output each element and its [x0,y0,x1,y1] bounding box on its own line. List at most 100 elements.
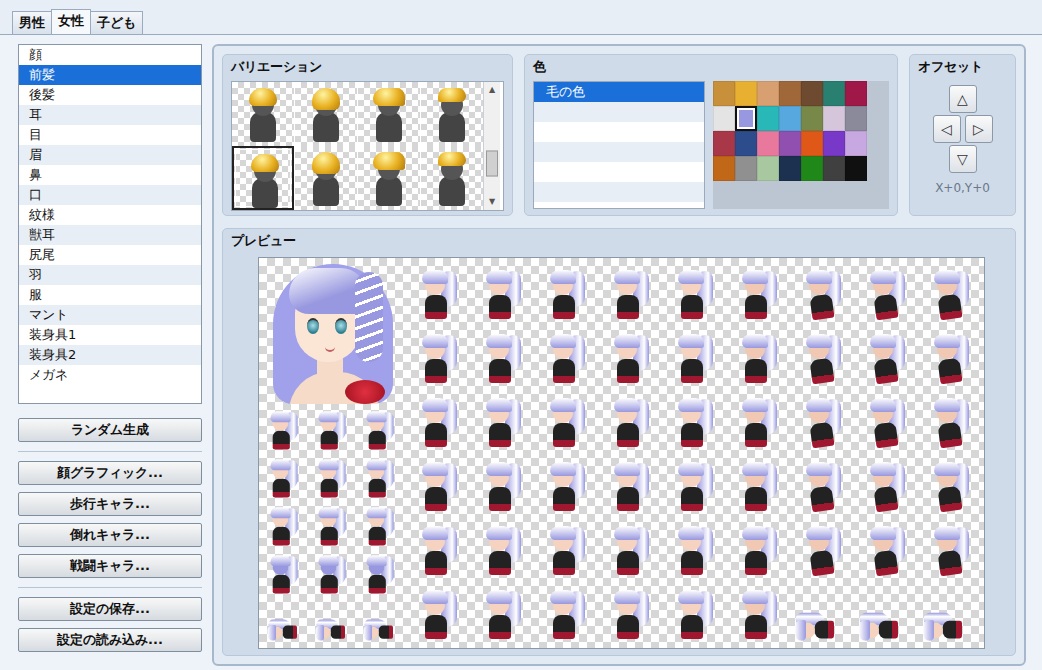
part-item[interactable]: 装身具1 [19,325,201,345]
variation-thumb[interactable] [232,146,294,210]
color-swatch[interactable] [713,106,735,131]
color-group: 色毛の色 [524,54,898,216]
empty-row [534,122,704,142]
color-swatch[interactable] [735,131,757,156]
color-swatch[interactable] [757,131,779,156]
battle-sprite [597,389,661,453]
variation-thumb[interactable] [232,82,294,146]
color-swatch[interactable] [801,81,823,106]
part-item[interactable]: 鼻 [19,165,201,185]
battle-sprite [661,389,725,453]
file-button[interactable]: 設定の保存... [18,597,202,621]
color-swatch[interactable] [713,81,735,106]
battle-sprite [661,517,725,581]
color-swatch[interactable] [823,156,845,181]
variation-thumb[interactable] [358,146,420,210]
random-button[interactable]: ランダム生成 [18,418,202,442]
color-swatch[interactable] [845,156,867,181]
color-swatch[interactable] [757,106,779,131]
color-swatch[interactable] [779,106,801,131]
walk-sprite [307,454,355,502]
part-item[interactable]: 眉 [19,145,201,165]
part-item[interactable]: 口 [19,185,201,205]
color-swatch[interactable] [845,106,867,131]
walk-sprites [259,406,405,646]
scroll-thumb[interactable] [486,151,498,177]
gender-tab[interactable]: 女性 [51,9,91,34]
color-swatch[interactable] [845,81,867,106]
color-swatch[interactable] [779,156,801,181]
export-button[interactable]: 歩行キャラ... [18,492,202,516]
color-swatch[interactable] [735,106,757,131]
color-swatch[interactable] [823,81,845,106]
battle-sprite [469,389,533,453]
battle-sprite [725,517,789,581]
variation-thumb[interactable] [421,82,483,146]
part-item[interactable]: 尻尾 [19,245,201,265]
battle-sprite [469,517,533,581]
battle-sprite [405,389,469,453]
part-item[interactable]: 耳 [19,105,201,125]
part-item[interactable]: 前髪 [19,65,201,85]
gender-tab[interactable]: 子ども [90,11,143,34]
color-swatch[interactable] [823,131,845,156]
settings-row: バリエーション▲▼色毛の色オフセット△◁▷▽X+0,Y+0 [222,54,1016,216]
part-item[interactable]: 後髪 [19,85,201,105]
color-item[interactable]: 毛の色 [534,82,704,102]
battle-sprite [597,581,661,645]
export-button[interactable]: 倒れキャラ... [18,523,202,547]
part-item[interactable]: マント [19,305,201,325]
battle-sprite [597,453,661,517]
variation-thumb[interactable] [358,82,420,146]
color-swatch[interactable] [757,81,779,106]
color-swatch[interactable] [801,156,823,181]
offset-up-button[interactable]: △ [949,85,977,113]
color-swatch[interactable] [801,131,823,156]
part-item[interactable]: 装身具2 [19,345,201,365]
battle-sprite [533,261,597,325]
variation-thumb[interactable] [295,146,357,210]
silhouette-icon [248,152,282,208]
battle-sprite [405,325,469,389]
color-swatch[interactable] [823,106,845,131]
export-button[interactable]: 戦闘キャラ... [18,554,202,578]
part-item[interactable]: メガネ [19,365,201,385]
color-swatch[interactable] [779,81,801,106]
silhouette-icon [309,150,343,206]
part-item[interactable]: 目 [19,125,201,145]
walk-sprite [355,598,403,646]
export-button[interactable]: 顔グラフィック... [18,461,202,485]
file-buttons: 設定の保存... 設定の読み込み... [18,597,202,652]
preview-canvas [258,257,985,649]
offset-down-button[interactable]: ▽ [949,145,977,173]
scroll-down-button[interactable]: ▼ [484,194,500,210]
variation-scrollbar[interactable]: ▲▼ [483,82,500,210]
part-item[interactable]: 服 [19,285,201,305]
walk-sprite [307,502,355,550]
color-swatch[interactable] [779,131,801,156]
offset-left-button[interactable]: ◁ [933,115,961,143]
color-swatch[interactable] [845,131,867,156]
walk-sprite [259,598,307,646]
color-swatch[interactable] [757,156,779,181]
walk-sprite [259,502,307,550]
battle-sprite [725,581,789,645]
color-swatch[interactable] [713,156,735,181]
part-item[interactable]: 羽 [19,265,201,285]
offset-right-button[interactable]: ▷ [965,115,993,143]
part-item[interactable]: 紋様 [19,205,201,225]
color-swatch[interactable] [713,131,735,156]
gender-tab[interactable]: 男性 [12,11,52,34]
color-swatch[interactable] [735,156,757,181]
scroll-up-button[interactable]: ▲ [484,82,500,98]
variation-thumb[interactable] [421,146,483,210]
part-item[interactable]: 獣耳 [19,225,201,245]
battle-sprite [533,517,597,581]
file-button[interactable]: 設定の読み込み... [18,628,202,652]
part-item[interactable]: 顔 [19,45,201,65]
color-swatch[interactable] [801,106,823,131]
variation-thumb[interactable] [295,82,357,146]
variation-box: ▲▼ [231,81,504,211]
export-buttons: 顔グラフィック... 歩行キャラ... 倒れキャラ... 戦闘キャラ... [18,461,202,578]
color-swatch[interactable] [735,81,757,106]
